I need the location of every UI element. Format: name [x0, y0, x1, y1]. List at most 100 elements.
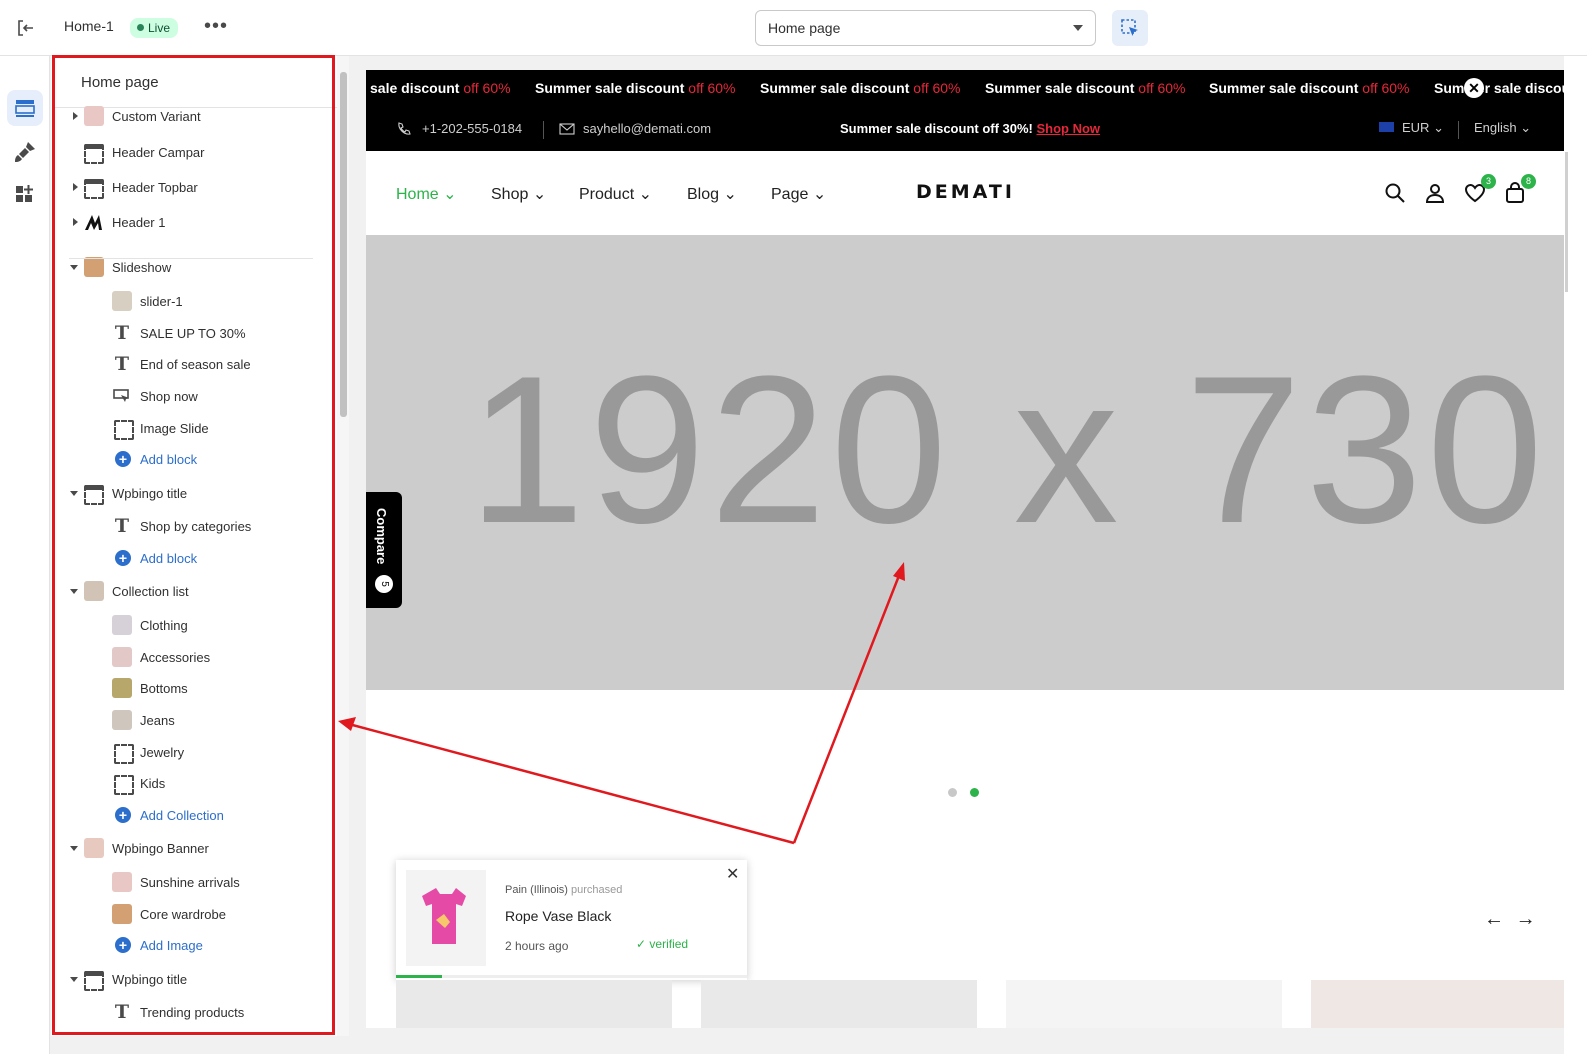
nav-item-blog[interactable]: Blog ⌄: [687, 184, 737, 204]
page-select-value: Home page: [768, 20, 841, 36]
section-icon: [84, 485, 104, 505]
item-label: Header Campar: [112, 144, 205, 160]
compare-tab[interactable]: Compare 5: [366, 492, 402, 608]
section-item[interactable]: Collection list: [51, 577, 337, 605]
phone-number[interactable]: +1-202-555-0184: [422, 121, 522, 136]
hero-slideshow[interactable]: 1920 x 730: [366, 235, 1564, 690]
section-item[interactable]: Header Topbar: [51, 173, 337, 201]
caret-right-icon[interactable]: [73, 183, 78, 191]
cart-button[interactable]: 8: [1504, 174, 1536, 204]
block-item[interactable]: Image Slide: [51, 414, 337, 442]
product-card[interactable]: [1006, 980, 1282, 1028]
plus-icon: +: [115, 451, 131, 467]
block-item[interactable]: T Trending products: [51, 998, 337, 1026]
block-item[interactable]: Sunshine arrivals: [51, 868, 337, 896]
scrollbar-thumb[interactable]: [1565, 152, 1568, 292]
close-icon[interactable]: ✕: [1464, 78, 1484, 98]
caret-down-icon[interactable]: [70, 977, 78, 982]
slide-dot-active[interactable]: [970, 788, 979, 797]
nav-item-shop[interactable]: Shop ⌄: [491, 184, 546, 204]
preview-scrollbar[interactable]: [1564, 56, 1587, 1054]
caret-down-icon[interactable]: [70, 846, 78, 851]
wishlist-count: 3: [1481, 174, 1496, 189]
nav-item-product[interactable]: Product ⌄: [579, 184, 652, 204]
popup-time: 2 hours ago: [505, 939, 569, 953]
caret-right-icon[interactable]: [73, 112, 78, 120]
image-thumb: [112, 904, 132, 924]
add-block-button[interactable]: + Add Image: [51, 931, 337, 959]
caret-down-icon[interactable]: [70, 491, 78, 496]
app-embeds-button[interactable]: [7, 176, 43, 212]
block-item[interactable]: slider-1: [51, 287, 337, 315]
block-item[interactable]: Accessories: [51, 643, 337, 671]
block-item[interactable]: Jewelry: [51, 738, 337, 766]
caret-down-icon[interactable]: [70, 265, 78, 270]
inspector-button[interactable]: [1112, 10, 1148, 46]
block-item[interactable]: Clothing: [51, 611, 337, 639]
add-block-button[interactable]: + Add Collection: [51, 801, 337, 829]
item-label: Jewelry: [140, 744, 185, 760]
language-selector[interactable]: English ⌄: [1474, 120, 1531, 136]
add-block-button[interactable]: + Add block: [51, 445, 337, 473]
announcement-ticker: sale discount off 60% Summer sale discou…: [366, 70, 1564, 108]
arrow-left-icon[interactable]: ←: [1484, 908, 1504, 930]
divider: [543, 121, 544, 139]
image-thumb: [112, 678, 132, 698]
add-block-button[interactable]: + Add block: [51, 544, 337, 572]
scrollbar-thumb[interactable]: [340, 72, 347, 417]
panel-title: Home page: [81, 74, 159, 91]
item-label: Image Slide: [140, 420, 209, 436]
nav-item-page[interactable]: Page ⌄: [771, 184, 826, 204]
section-item[interactable]: Header Campar: [51, 138, 337, 166]
more-actions-button[interactable]: •••: [204, 14, 228, 42]
sections-nav-button[interactable]: [7, 90, 43, 126]
section-icon: [84, 971, 104, 991]
caret-right-icon[interactable]: [73, 218, 78, 226]
block-item[interactable]: Core wardrobe: [51, 900, 337, 928]
email-address[interactable]: sayhello@demati.com: [583, 121, 711, 136]
block-item[interactable]: Jeans: [51, 706, 337, 734]
page-select[interactable]: Home page: [755, 10, 1096, 46]
nav-item-home[interactable]: Home ⌄: [396, 184, 457, 204]
close-icon[interactable]: ✕: [726, 864, 739, 884]
shop-now-link[interactable]: Shop Now: [1037, 121, 1101, 136]
block-item[interactable]: T Shop by categories: [51, 512, 337, 540]
image-thumb: [112, 872, 132, 892]
slide-dot[interactable]: [948, 788, 957, 797]
image-thumb: [112, 615, 132, 635]
caret-down-icon[interactable]: [70, 589, 78, 594]
item-label: End of season sale: [140, 356, 251, 372]
exit-icon[interactable]: [14, 16, 38, 40]
select-cursor-icon: [1121, 19, 1138, 36]
storefront-preview: sale discount off 60% Summer sale discou…: [366, 70, 1564, 1028]
block-item[interactable]: T End of season sale: [51, 350, 337, 378]
chevron-down-icon: [1073, 25, 1083, 31]
arrow-right-icon[interactable]: →: [1516, 908, 1536, 930]
item-label: Collection list: [112, 583, 189, 599]
section-item[interactable]: Wpbingo title: [51, 479, 337, 507]
block-item[interactable]: Shop now: [51, 382, 337, 410]
section-item[interactable]: Custom Variant: [51, 102, 337, 130]
hero-placeholder-text: 1920 x 730: [468, 332, 1548, 567]
block-item[interactable]: Kids: [51, 769, 337, 797]
section-item[interactable]: Wpbingo title: [51, 965, 337, 993]
currency-selector[interactable]: EUR ⌄: [1402, 120, 1444, 136]
wishlist-button[interactable]: 3: [1464, 174, 1496, 204]
image-thumb: [112, 647, 132, 667]
block-item[interactable]: T SALE UP TO 30%: [51, 319, 337, 347]
popup-product-name[interactable]: Rope Vase Black: [505, 908, 611, 924]
panel-scrollbar[interactable]: [337, 56, 349, 1036]
theme-name: Home-1: [64, 18, 114, 34]
search-icon[interactable]: [1384, 182, 1406, 204]
item-label: slider-1: [140, 293, 183, 309]
product-card[interactable]: [396, 980, 672, 1028]
theme-settings-button[interactable]: [7, 134, 43, 170]
section-item[interactable]: Wpbingo Banner: [51, 834, 337, 862]
item-label: Core wardrobe: [140, 906, 226, 922]
product-card[interactable]: [1311, 980, 1564, 1028]
account-icon[interactable]: [1424, 182, 1446, 204]
store-logo[interactable]: DEMATI: [916, 181, 1015, 203]
product-card[interactable]: [701, 980, 977, 1028]
section-item[interactable]: Header 1: [51, 208, 337, 236]
block-item[interactable]: Bottoms: [51, 674, 337, 702]
